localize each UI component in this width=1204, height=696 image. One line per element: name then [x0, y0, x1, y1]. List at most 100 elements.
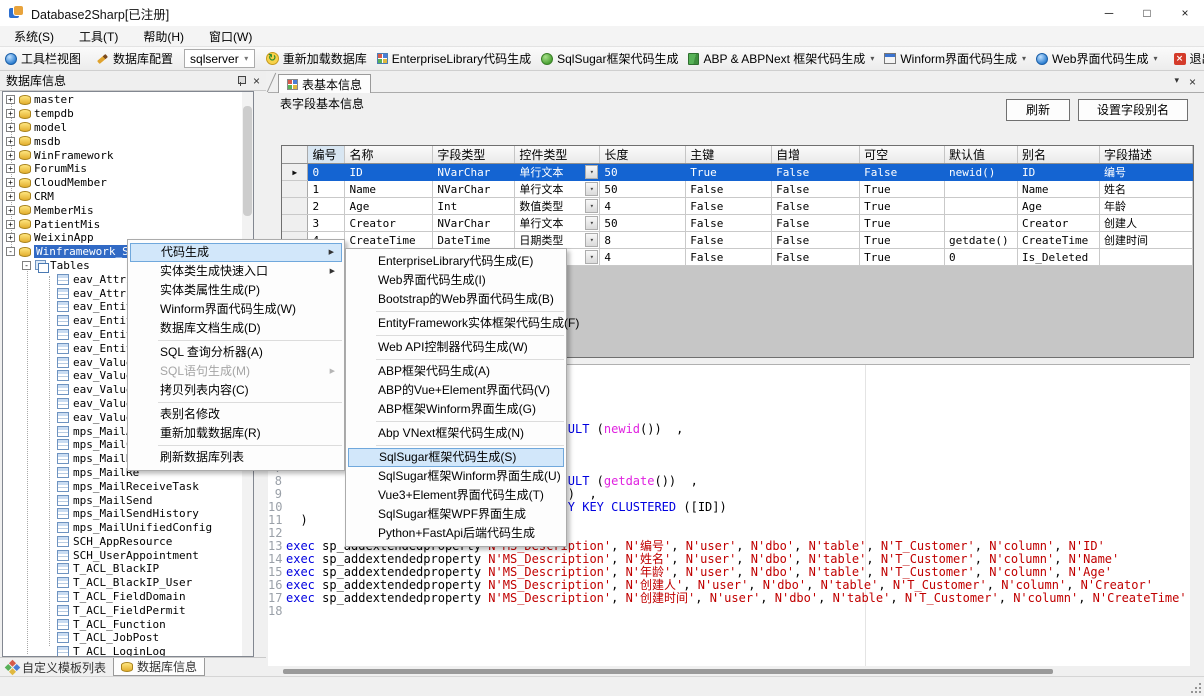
tree-item[interactable]: SCH_UserAppointment [3, 548, 241, 562]
grid-row[interactable]: 3CreatorNVarChar单行文本▾50FalseFalseTrueCre… [282, 215, 1193, 232]
grid-cell[interactable]: 0 [945, 249, 1018, 266]
menu-system[interactable]: 系统(S) [3, 26, 65, 47]
expander-icon[interactable]: + [6, 151, 15, 160]
pin-icon[interactable] [237, 76, 245, 86]
chevron-down-icon[interactable]: ▾ [239, 54, 254, 63]
tree-item[interactable]: +ForumMis [3, 162, 241, 176]
menu-item[interactable]: ABP框架Winform界面生成(G) [348, 400, 564, 419]
tab-table-basic-info[interactable]: 表基本信息 [278, 74, 371, 93]
grid-row[interactable]: ▶0IDNVarChar单行文本▾50TrueFalseFalsenewid()… [282, 164, 1193, 181]
menu-item[interactable]: SqlSugar框架Winform界面生成(U) [348, 467, 564, 486]
grid-cell[interactable] [945, 215, 1018, 232]
grid-row[interactable]: 4CreateTimeDateTime日期类型▾8FalseFalseTrueg… [282, 232, 1193, 249]
grid-cell[interactable]: False [772, 232, 860, 249]
grid-cell[interactable]: ID [1018, 164, 1100, 181]
tab-custom-templates[interactable]: 自定义模板列表 [0, 658, 113, 676]
chevron-down-icon[interactable]: ▾ [870, 54, 874, 63]
grid-cell[interactable] [945, 198, 1018, 215]
expander-icon[interactable]: - [22, 261, 31, 270]
menu-item[interactable]: ABP的Vue+Element界面代码(V) [348, 381, 564, 400]
resize-grip[interactable] [1191, 683, 1201, 693]
grid-cell[interactable]: True [860, 215, 945, 232]
grid-cell[interactable]: False [686, 198, 772, 215]
grid-cell[interactable]: 2 [308, 198, 345, 215]
tree-item[interactable]: +WinFramework [3, 148, 241, 162]
column-header[interactable]: 字段类型 [433, 146, 515, 164]
row-header-cell[interactable] [282, 198, 308, 215]
expander-icon[interactable]: + [6, 109, 15, 118]
grid-cell[interactable]: True [860, 181, 945, 198]
grid-cell[interactable]: 50 [600, 164, 686, 181]
grid-cell[interactable] [945, 181, 1018, 198]
grid-cell[interactable]: DateTime [433, 232, 515, 249]
tree-item[interactable]: +msdb [3, 134, 241, 148]
grid-cell[interactable]: False [860, 164, 945, 181]
tree-item[interactable]: T_ACL_BlackIP_User [3, 576, 241, 590]
grid-cell[interactable]: False [772, 164, 860, 181]
menu-tools[interactable]: 工具(T) [68, 26, 129, 47]
refresh-button[interactable]: 刷新 [1006, 99, 1070, 121]
expander-icon[interactable]: + [6, 164, 15, 173]
maximize-button[interactable]: □ [1128, 0, 1166, 26]
expander-icon[interactable]: + [6, 123, 15, 132]
grid-cell[interactable]: 50 [600, 181, 686, 198]
grid-cell[interactable]: CreateTime [345, 232, 433, 249]
tree-item[interactable]: +master [3, 93, 241, 107]
grid-cell[interactable]: False [686, 232, 772, 249]
tree-item[interactable]: mps_MailSend [3, 493, 241, 507]
tree-item[interactable]: T_ACL_Function [3, 617, 241, 631]
db-type-combobox[interactable]: sqlserver ▾ [184, 49, 255, 68]
column-header[interactable]: 别名 [1018, 146, 1100, 164]
grid-cell[interactable]: Creator [1018, 215, 1100, 232]
grid-cell[interactable]: Creator [345, 215, 433, 232]
row-header-cell[interactable] [282, 215, 308, 232]
menu-item[interactable]: 表别名修改 [130, 405, 342, 424]
scrollbar-thumb[interactable] [243, 106, 252, 216]
grid-cell[interactable]: 1 [308, 181, 345, 198]
tree-item[interactable]: +CRM [3, 190, 241, 204]
menu-item[interactable]: SQL语句生成(M)▶ [130, 362, 342, 381]
tree-item[interactable]: T_ACL_FieldPermit [3, 603, 241, 617]
grid-cell[interactable]: newid() [945, 164, 1018, 181]
tree-item[interactable]: +PatientMis [3, 217, 241, 231]
exit-button[interactable]: × 退出 [1170, 48, 1204, 69]
expander-icon[interactable]: + [6, 178, 15, 187]
tree-item[interactable]: mps_MailUnifiedConfig [3, 521, 241, 535]
menu-item[interactable]: ABP框架代码生成(A) [348, 362, 564, 381]
tree-item[interactable]: T_ACL_JobPost [3, 631, 241, 645]
grid-cell[interactable]: False [686, 181, 772, 198]
expander-icon[interactable]: + [6, 137, 15, 146]
column-header[interactable]: 长度 [600, 146, 686, 164]
grid-cell[interactable]: False [772, 215, 860, 232]
expander-icon[interactable]: + [6, 220, 15, 229]
grid-cell[interactable]: 创建时间 [1099, 232, 1192, 249]
toolbar-view-button[interactable]: 工具栏视图 [1, 48, 85, 69]
grid-cell[interactable]: Is_Deleted [1018, 249, 1100, 266]
menu-item[interactable]: 数据库文档生成(D) [130, 319, 342, 338]
tree-item[interactable]: +CloudMember [3, 176, 241, 190]
tree-item[interactable]: +tempdb [3, 107, 241, 121]
control-type-dropdown[interactable]: ▾ [585, 216, 598, 230]
web-codegen-button[interactable]: Web界面代码生成 ▾ [1032, 48, 1161, 69]
menu-item[interactable]: Web API控制器代码生成(W) [348, 338, 564, 357]
grid-cell[interactable]: 单行文本▾ [515, 181, 600, 198]
grid-cell[interactable]: 4 [600, 198, 686, 215]
grid-cell[interactable]: 创建人 [1099, 215, 1192, 232]
menu-item[interactable]: 重新加载数据库(R) [130, 424, 342, 443]
close-icon[interactable]: × [253, 74, 260, 88]
expander-icon[interactable]: + [6, 95, 15, 104]
grid-cell[interactable]: False [686, 249, 772, 266]
grid-cell[interactable]: 编号 [1099, 164, 1192, 181]
menu-item[interactable]: Vue3+Element界面代码生成(T) [348, 486, 564, 505]
menu-item[interactable]: SqlSugar框架代码生成(S) [348, 448, 564, 467]
grid-cell[interactable]: 50 [600, 215, 686, 232]
tree-item[interactable]: +MemberMis [3, 203, 241, 217]
column-header[interactable]: 编号 [308, 146, 345, 164]
expander-icon[interactable]: + [6, 233, 15, 242]
column-header[interactable]: 可空 [860, 146, 945, 164]
tree-item[interactable]: T_ACL_LoginLog [3, 645, 241, 657]
row-header-cell[interactable]: ▶ [282, 164, 308, 181]
grid-cell[interactable]: 4 [600, 249, 686, 266]
grid-cell[interactable]: 年龄 [1099, 198, 1192, 215]
grid-cell[interactable]: getdate() [945, 232, 1018, 249]
